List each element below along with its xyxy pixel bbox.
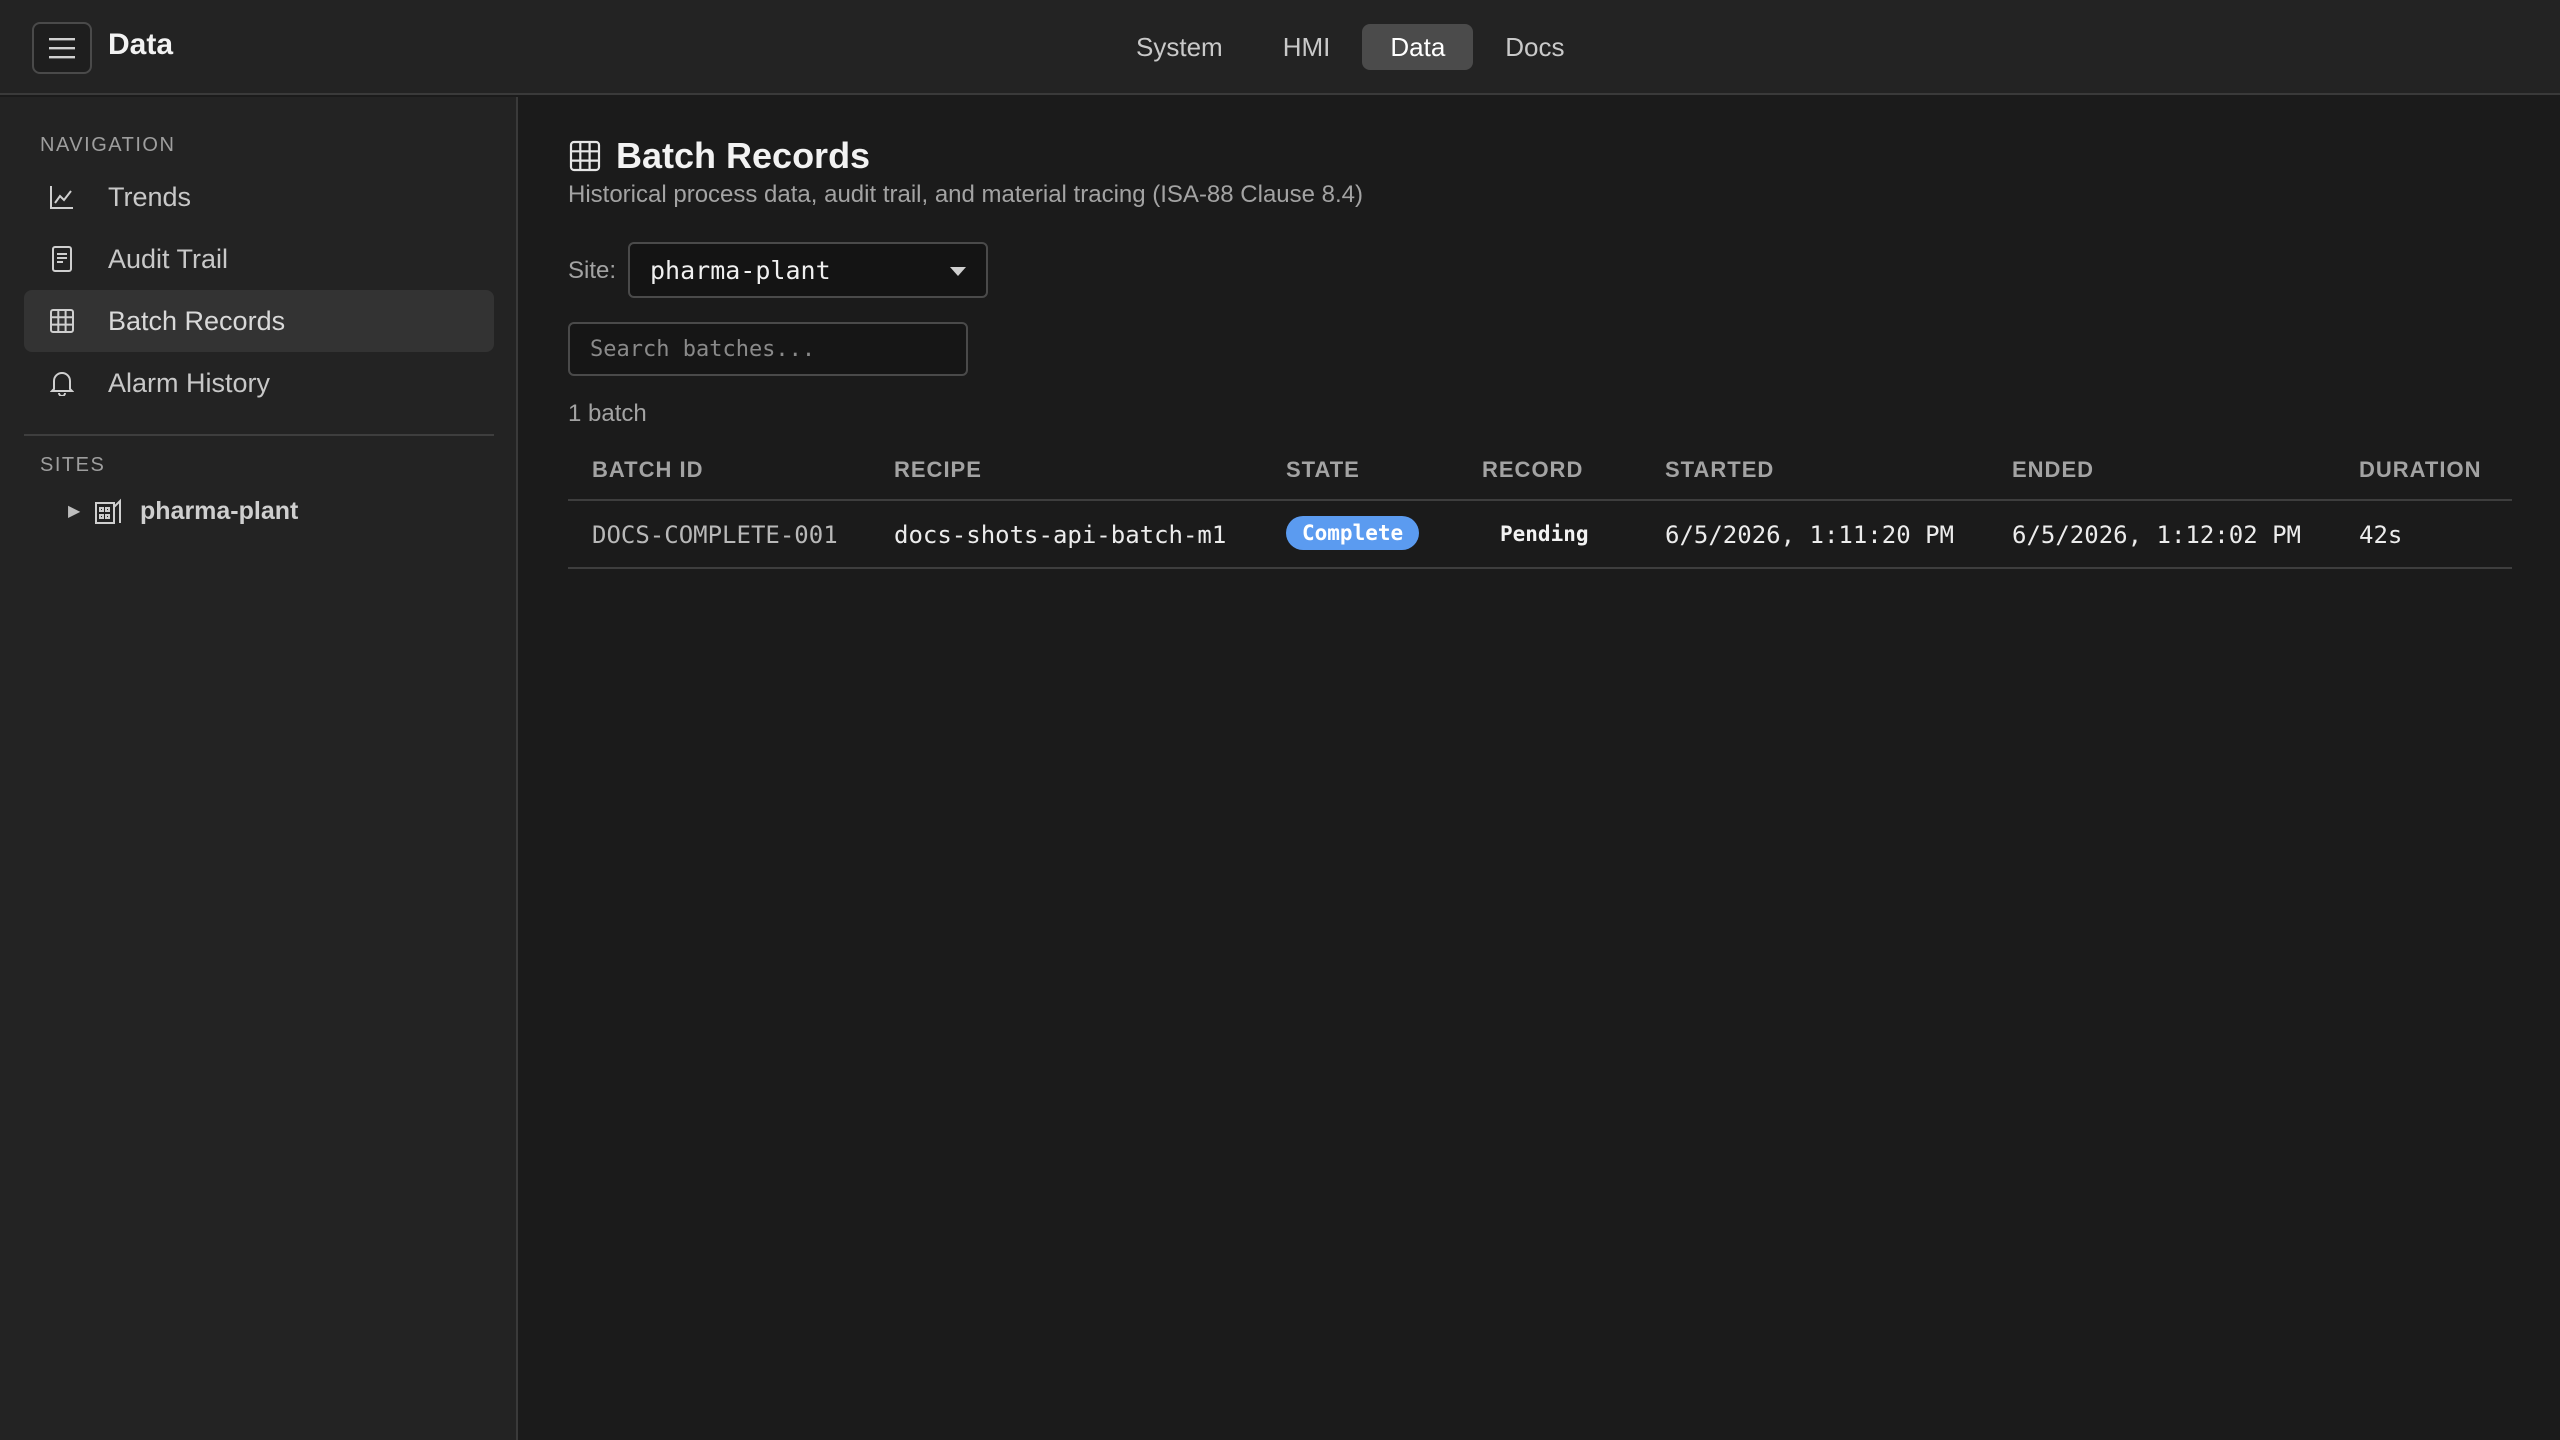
cell-recipe: docs-shots-api-batch-m1: [894, 521, 1227, 549]
sidebar-item-label: Batch Records: [108, 305, 286, 336]
sidebar-item-label: Audit Trail: [108, 243, 229, 274]
grid-icon: [48, 307, 76, 335]
batch-table: BATCH ID RECIPE STATE RECORD STARTED END…: [568, 449, 2512, 569]
cell-started: 6/5/2026, 1:11:20 PM: [1665, 521, 1954, 549]
tab-hmi[interactable]: HMI: [1255, 24, 1359, 70]
table-header: BATCH ID RECIPE STATE RECORD STARTED END…: [568, 449, 2512, 501]
table-row[interactable]: DOCS-COMPLETE-001 docs-shots-api-batch-m…: [568, 501, 2512, 569]
cell-duration: 42s: [2359, 521, 2403, 549]
sidebar-divider: [24, 434, 494, 436]
top-bar: Data System HMI Data Docs: [0, 0, 2560, 95]
column-header-state[interactable]: STATE: [1286, 457, 1360, 483]
batch-count: 1 batch: [568, 400, 647, 427]
chart-line-icon: [48, 183, 76, 211]
navigation-heading: NAVIGATION: [40, 134, 176, 156]
building-icon: [95, 498, 121, 524]
tab-docs[interactable]: Docs: [1477, 24, 1592, 70]
status-badge: Complete: [1286, 516, 1420, 550]
column-header-record[interactable]: RECORD: [1482, 457, 1583, 483]
column-header-started[interactable]: STARTED: [1665, 457, 1774, 483]
sidebar-item-audit-trail[interactable]: Audit Trail: [24, 228, 494, 290]
sidebar-item-alarm-history[interactable]: Alarm History: [24, 352, 494, 414]
site-label: Site:: [568, 257, 617, 284]
page-title: Batch Records: [616, 135, 871, 176]
column-header-duration[interactable]: DURATION: [2359, 457, 2481, 483]
app-title: Data: [108, 28, 174, 61]
menu-button[interactable]: [32, 22, 92, 74]
main-content: Batch Records Historical process data, a…: [520, 97, 2560, 1440]
sidebar: NAVIGATION Trends Audit Trail Batch Reco…: [0, 97, 518, 1440]
tab-data[interactable]: Data: [1362, 24, 1474, 70]
column-header-ended[interactable]: ENDED: [2012, 457, 2094, 483]
site-select-value: pharma-plant: [650, 255, 831, 285]
page-subtitle: Historical process data, audit trail, an…: [568, 181, 1364, 208]
page-header: Batch Records: [568, 135, 870, 177]
caret-right-icon[interactable]: ▶: [68, 501, 88, 521]
cell-ended: 6/5/2026, 1:12:02 PM: [2012, 521, 2301, 549]
document-icon: [48, 245, 76, 273]
record-status: Pending: [1500, 522, 1589, 546]
chevron-down-icon: [950, 267, 966, 276]
column-header-batch-id[interactable]: BATCH ID: [592, 457, 703, 483]
sidebar-item-label: Alarm History: [108, 367, 271, 398]
site-select[interactable]: pharma-plant: [628, 242, 988, 298]
top-nav: System HMI Data Docs: [1108, 24, 1593, 70]
sidebar-item-trends[interactable]: Trends: [24, 166, 494, 228]
grid-icon: [569, 140, 601, 172]
cell-batch-id[interactable]: DOCS-COMPLETE-001: [592, 521, 838, 549]
column-header-recipe[interactable]: RECIPE: [894, 457, 982, 483]
tab-system[interactable]: System: [1108, 24, 1251, 70]
sites-heading: SITES: [40, 454, 106, 476]
sidebar-item-batch-records[interactable]: Batch Records: [24, 290, 494, 352]
hamburger-icon: [49, 38, 75, 59]
search-input[interactable]: [568, 322, 968, 376]
bell-icon: [48, 369, 76, 397]
site-tree-item[interactable]: ▶ pharma-plant: [68, 495, 298, 527]
site-name: pharma-plant: [140, 496, 299, 525]
sidebar-item-label: Trends: [108, 181, 192, 212]
